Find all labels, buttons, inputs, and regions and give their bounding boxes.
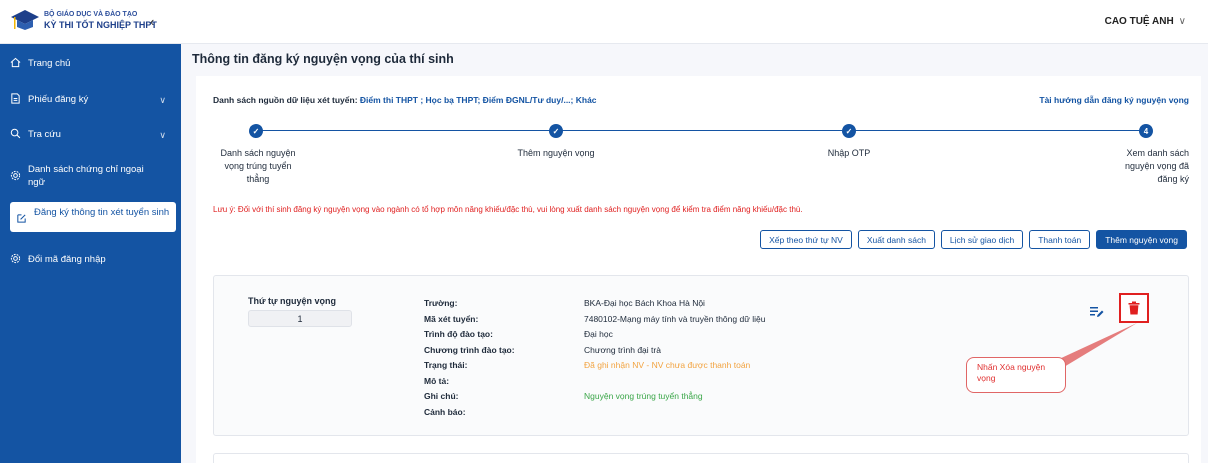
sidebar-item-home[interactable]: Trang chủ	[10, 57, 176, 72]
level-label: Trình độ đào tạo:	[424, 329, 493, 339]
step-3-check-icon: ✓	[842, 124, 856, 138]
order-label: Thứ tự nguyện vọng	[248, 296, 337, 306]
document-icon	[10, 93, 28, 108]
program-label: Chương trình đào tạo:	[424, 344, 515, 355]
logo[interactable]: BỘ GIÁO DỤC VÀ ĐÀO TẠO KỲ THI TỐT NGHIỆP…	[10, 8, 157, 32]
logo-line2: KỲ THI TỐT NGHIỆP THPT	[44, 20, 157, 30]
gear-icon	[10, 253, 28, 268]
delete-hint-callout: Nhấn Xóa nguyện vọng	[966, 357, 1066, 393]
add-aspiration-button[interactable]: Thêm nguyện vọng	[1096, 230, 1187, 249]
sidebar-item-change-login-code[interactable]: Đổi mã đăng nhập	[10, 253, 176, 268]
user-name: CAO TUỆ ANH	[1104, 16, 1174, 27]
sidebar-item-label: Danh sách chứng chỉ ngoại ngữ	[28, 164, 144, 188]
stepper-line	[256, 130, 1146, 131]
sidebar-item-label: Đổi mã đăng nhập	[28, 254, 106, 265]
code-label: Mã xét tuyển:	[424, 313, 479, 324]
edit-list-icon	[1090, 307, 1104, 317]
data-sources: Danh sách nguồn dữ liệu xét tuyển: Điểm …	[213, 95, 597, 105]
edit-aspiration-button[interactable]	[1086, 302, 1108, 322]
sort-by-order-button[interactable]: Xếp theo thứ tự NV	[760, 230, 852, 249]
sidebar-item-registration-form[interactable]: Phiếu đăng ký ∨	[10, 93, 176, 108]
step-3-label: Nhập OTP	[827, 148, 871, 158]
chevron-down-icon: ∨	[159, 95, 166, 105]
step-4-label: Xem danh sách nguyện vọng đã đăng ký	[1124, 148, 1189, 184]
logo-line1: BỘ GIÁO DỤC VÀ ĐÀO TẠO	[44, 11, 138, 18]
field-labels: Trường: Mã xét tuyển: Trình độ đào tạo: …	[424, 296, 515, 420]
main-area: Thông tin đăng ký nguyện vọng của thí si…	[181, 44, 1208, 463]
top-header: BỘ GIÁO DỤC VÀ ĐÀO TẠO KỲ THI TỐT NGHIỆP…	[0, 0, 1208, 44]
step-4-number: 4	[1139, 124, 1153, 138]
edit-icon	[16, 213, 34, 228]
school-value: BKA-Đại học Bách Khoa Hà Nội	[584, 298, 705, 308]
remark-label: Ghi chú:	[424, 391, 459, 401]
delete-aspiration-button[interactable]	[1119, 293, 1149, 323]
content-panel: Danh sách nguồn dữ liệu xét tuyển: Điểm …	[196, 76, 1201, 463]
home-icon	[10, 57, 28, 72]
aspiration-card-next	[213, 453, 1189, 463]
action-toolbar: Xếp theo thứ tự NV Xuất danh sách Lịch s…	[760, 230, 1187, 249]
warning-note: Lưu ý: Đối với thí sinh đăng ký nguyện v…	[213, 205, 803, 214]
status-label: Trạng thái:	[424, 360, 468, 370]
search-icon	[10, 128, 28, 143]
trash-icon	[1128, 301, 1140, 315]
field-values: BKA-Đại học Bách Khoa Hà Nội 7480102-Mạn…	[584, 296, 765, 420]
chevron-down-icon: ∨	[159, 130, 166, 140]
school-label: Trường:	[424, 298, 458, 308]
payment-button[interactable]: Thanh toán	[1029, 230, 1091, 249]
step-2-label: Thêm nguyện vọng	[517, 148, 595, 158]
step-2-check-icon: ✓	[549, 124, 563, 138]
sidebar-item-lookup[interactable]: Tra cứu ∨	[10, 128, 176, 143]
order-value: 1	[248, 310, 352, 327]
data-sources-links[interactable]: Điểm thi THPT ; Học bạ THPT; Điểm ĐGNL/T…	[360, 95, 597, 105]
chevron-down-icon: ∨	[1178, 16, 1186, 27]
level-value: Đại học	[584, 329, 613, 339]
sidebar-item-label: Phiếu đăng ký	[28, 94, 89, 105]
sidebar-item-label: Đăng ký thông tin xét tuyển sinh	[34, 207, 170, 218]
sidebar-item-label: Trang chủ	[28, 58, 71, 69]
user-menu[interactable]: CAO TUỆ ANH ∨	[1105, 16, 1186, 27]
collapse-sidebar-button[interactable]: ‹	[150, 14, 154, 29]
description-label: Mô tả:	[424, 375, 450, 386]
step-1-check-icon: ✓	[249, 124, 263, 138]
sidebar-item-admission-registration[interactable]: Đăng ký thông tin xét tuyển sinh	[10, 202, 176, 232]
step-1-label: Danh sách nguyện vọng trúng tuyển thẳng	[220, 148, 296, 184]
status-value: Đã ghi nhận NV - NV chưa được thanh toán	[584, 360, 751, 370]
description-value	[584, 374, 765, 390]
sidebar: Trang chủ Phiếu đăng ký ∨ Tra cứu ∨ Danh…	[0, 44, 181, 463]
data-sources-label: Danh sách nguồn dữ liệu xét tuyển:	[213, 95, 358, 105]
code-value: 7480102-Mạng máy tính và truyền thông dữ…	[584, 313, 766, 324]
transaction-history-button[interactable]: Lịch sử giao dịch	[940, 230, 1024, 249]
gear-icon	[10, 170, 28, 185]
program-value: Chương trình đại trà	[584, 344, 661, 355]
warning-label: Cảnh báo:	[424, 406, 466, 417]
aspiration-card: Thứ tự nguyện vọng 1 Trường: Mã xét tuyể…	[213, 275, 1189, 436]
page-title: Thông tin đăng ký nguyện vọng của thí si…	[192, 52, 454, 66]
sidebar-item-label: Tra cứu	[28, 129, 61, 140]
guide-link[interactable]: Tài hướng dẫn đăng ký nguyện vọng	[1039, 95, 1189, 105]
export-list-button[interactable]: Xuất danh sách	[857, 230, 935, 249]
graduation-cap-icon	[10, 8, 40, 32]
sidebar-item-language-certificates[interactable]: Danh sách chứng chỉ ngoại ngữ	[10, 163, 160, 189]
warning-value	[584, 405, 765, 421]
remark-value: Nguyện vọng trúng tuyển thẳng	[584, 391, 703, 401]
